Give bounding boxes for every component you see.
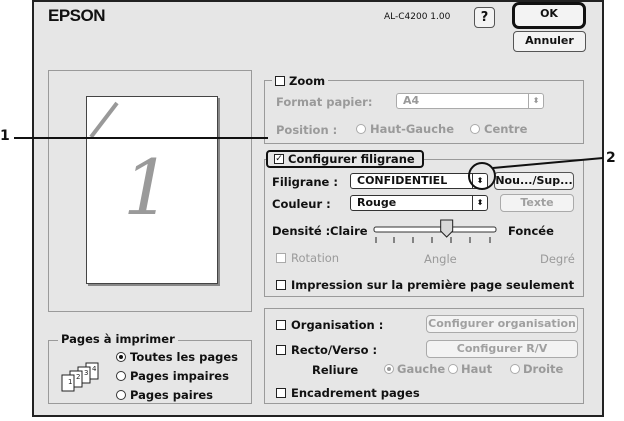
binding-left[interactable]: Gauche [384, 362, 445, 376]
text-button[interactable]: Texte [500, 194, 574, 212]
position-option-label: Haut-Gauche [370, 122, 455, 136]
pages-odd[interactable]: Pages impaires [116, 369, 229, 383]
format-label: Format papier: [276, 95, 373, 109]
color-value: Rouge [357, 196, 397, 209]
duplex-button[interactable]: Configurer R/V [426, 340, 578, 358]
radio-icon[interactable] [116, 371, 126, 381]
binding-option-label: Haut [461, 362, 493, 376]
first-page-only-checkbox[interactable] [276, 280, 286, 290]
radio-icon[interactable] [116, 390, 126, 400]
radio-icon[interactable] [356, 124, 366, 134]
cancel-button[interactable]: Annuler [513, 31, 586, 52]
watermark-checkbox[interactable]: ✓ [274, 154, 284, 164]
watermark-value: CONFIDENTIEL [357, 174, 448, 187]
svg-text:1: 1 [68, 378, 72, 386]
degree-label: Degré [540, 252, 575, 266]
radio-icon[interactable] [510, 364, 520, 374]
density-slider[interactable] [368, 218, 502, 244]
svg-text:3: 3 [84, 369, 88, 377]
svg-text:4: 4 [92, 365, 97, 373]
pages-even[interactable]: Pages paires [116, 388, 213, 402]
pages-option-label: Pages paires [130, 388, 214, 402]
radio-icon[interactable] [116, 352, 126, 362]
rotation-checkbox[interactable] [276, 253, 286, 263]
watermark-label: Filigrane : [272, 175, 338, 189]
radio-icon[interactable] [470, 124, 480, 134]
slider-thumb-icon[interactable] [440, 219, 454, 238]
binding-option-label: Gauche [397, 362, 446, 376]
help-button[interactable]: ? [474, 7, 495, 28]
binding-right[interactable]: Droite [510, 362, 563, 376]
page-preview: 1 [86, 96, 218, 284]
angle-label: Angle [424, 252, 457, 266]
page-border-checkbox[interactable] [276, 388, 286, 398]
binding-label: Reliure [312, 363, 359, 377]
format-value: A4 [403, 94, 420, 107]
pages-all[interactable]: Toutes les pages [116, 350, 238, 364]
position-label: Position : [276, 123, 338, 137]
position-option-label: Centre [484, 122, 528, 136]
radio-icon[interactable] [448, 364, 458, 374]
printer-model: AL-C4200 1.00 [384, 12, 451, 22]
organisation-button[interactable]: Configurer organisation [426, 315, 578, 333]
select-arrows-icon: ⬍ [528, 94, 543, 108]
watermark-toggle[interactable]: ✓ Configurer filigrane [266, 150, 424, 168]
rotation-toggle[interactable]: Rotation [276, 251, 339, 265]
position-center[interactable]: Centre [470, 122, 527, 136]
organisation-toggle[interactable]: Organisation : [276, 318, 383, 332]
page-border-label: Encadrement pages [291, 386, 420, 400]
radio-icon[interactable] [384, 364, 394, 374]
pages-option-label: Pages impaires [130, 369, 229, 383]
duplex-toggle[interactable]: Recto/Verso : [276, 343, 377, 357]
zoom-checkbox[interactable] [275, 76, 285, 86]
page-border-toggle[interactable]: Encadrement pages [276, 386, 420, 400]
pages-option-label: Toutes les pages [130, 350, 239, 364]
color-select[interactable]: Rouge ⬍ [350, 195, 488, 211]
zoom-toggle[interactable]: Zoom [272, 74, 329, 88]
page-number: 1 [123, 143, 172, 232]
duplex-checkbox[interactable] [276, 345, 286, 355]
callout-1-label: 1 [0, 128, 10, 144]
density-label: Densité : [272, 224, 331, 238]
organisation-label: Organisation : [291, 318, 384, 332]
zoom-label: Zoom [289, 74, 326, 88]
ok-button[interactable]: OK [512, 2, 586, 29]
color-label: Couleur : [272, 197, 331, 211]
position-topleft[interactable]: Haut-Gauche [356, 122, 454, 136]
brand-logo: EPSON [48, 6, 106, 25]
callout-1-line [14, 137, 268, 139]
first-page-only-toggle[interactable]: Impression sur la première page seulemen… [276, 278, 574, 292]
callout-2-label: 2 [606, 150, 616, 166]
organisation-checkbox[interactable] [276, 320, 286, 330]
watermark-toggle-label: Configurer filigrane [288, 152, 415, 166]
pages-group-label: Pages à imprimer [58, 332, 178, 346]
duplex-label: Recto/Verso : [291, 343, 378, 357]
density-light-label: Claire [330, 224, 368, 238]
density-dark-label: Foncée [508, 224, 554, 238]
format-select[interactable]: A4 ⬍ [396, 93, 544, 109]
rotation-label: Rotation [291, 251, 340, 265]
pages-stack-icon: 4321 [61, 362, 99, 392]
binding-top[interactable]: Haut [448, 362, 492, 376]
binding-option-label: Droite [523, 362, 564, 376]
select-arrows-icon: ⬍ [472, 196, 487, 210]
svg-text:2: 2 [76, 373, 80, 381]
callout-2-marker [468, 157, 604, 190]
first-page-only-label: Impression sur la première page seulemen… [291, 278, 575, 292]
